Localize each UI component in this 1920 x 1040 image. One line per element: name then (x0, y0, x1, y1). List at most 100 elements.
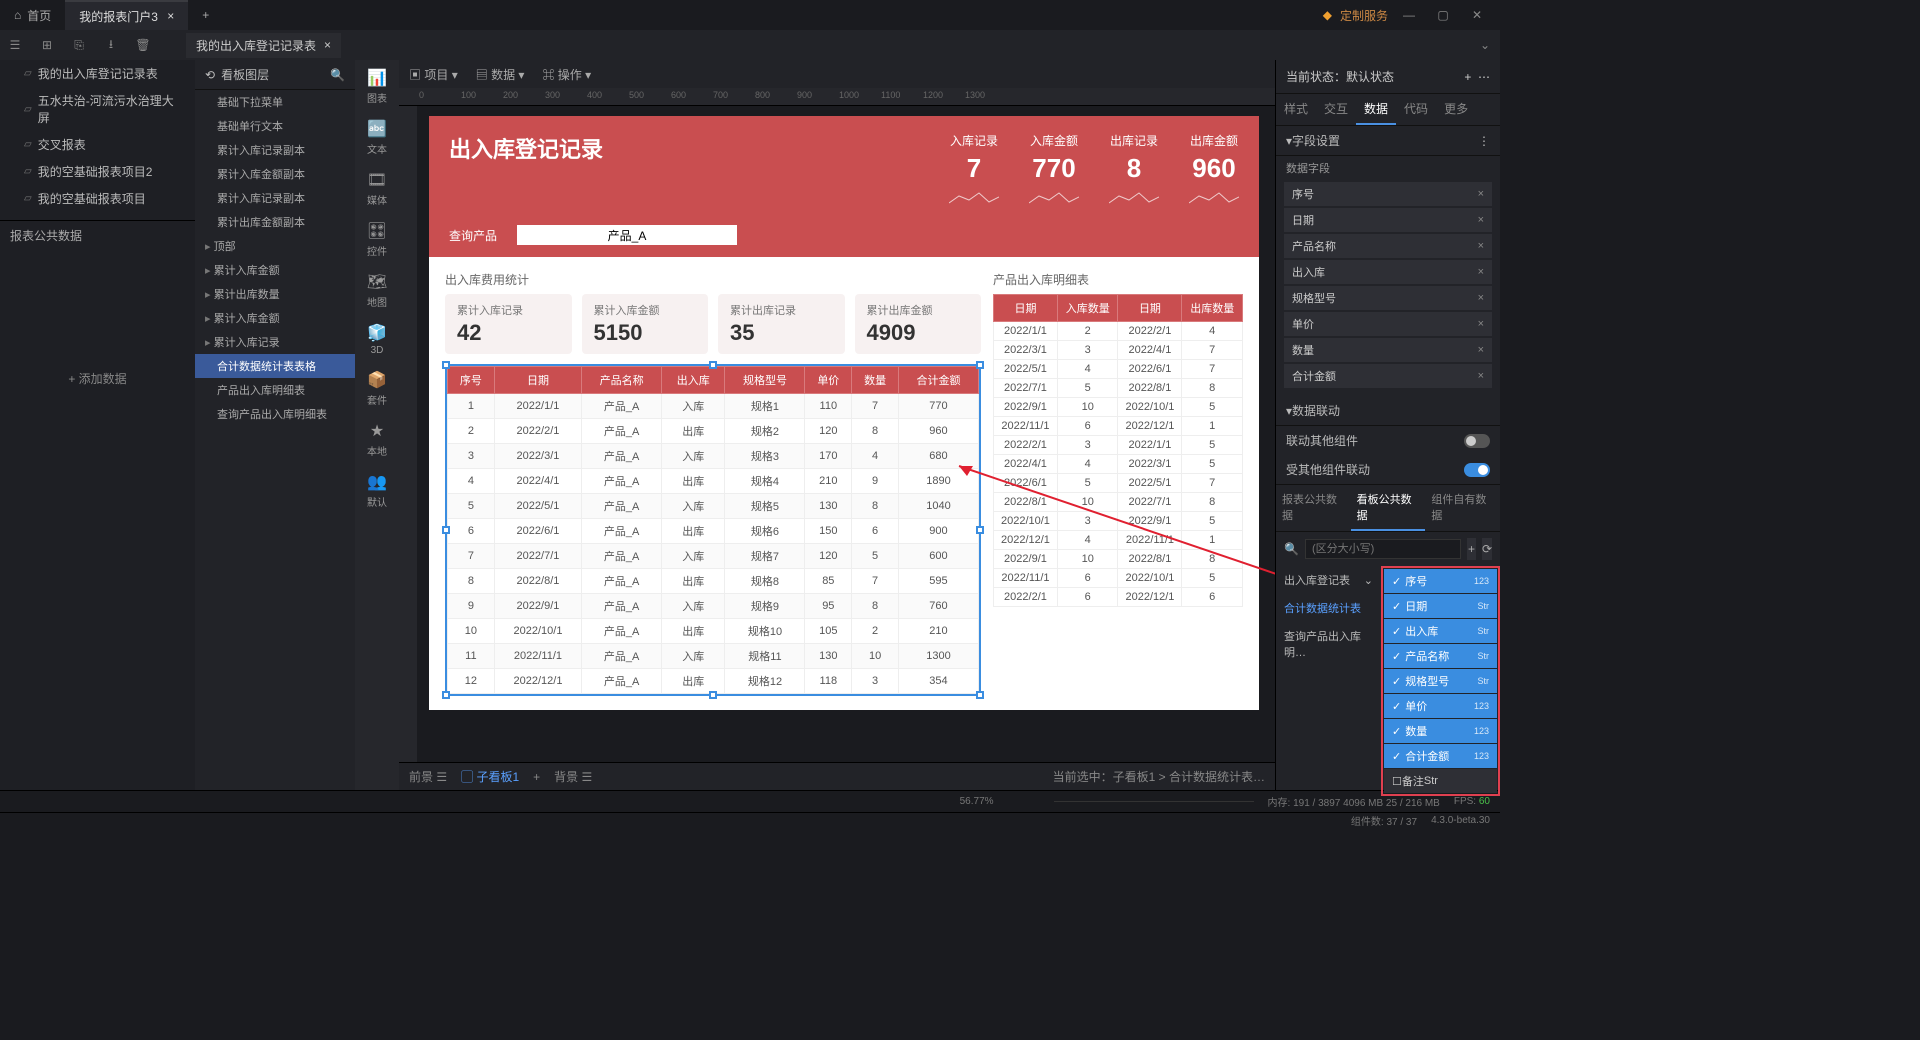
sidebar-item[interactable]: 我的空基础报表项目2 (0, 158, 195, 185)
close-icon[interactable]: × (324, 38, 331, 52)
query-input[interactable] (517, 225, 737, 245)
ds-field[interactable]: ✓合计金额123 (1384, 744, 1497, 768)
menu-data[interactable]: ▤ 数据 ▾ (476, 66, 525, 83)
layer-item[interactable]: 累计入库金额 (195, 258, 355, 282)
section-public-data: 报表公共数据 (0, 220, 195, 250)
newfolder-icon[interactable]: ⊞ (38, 38, 56, 52)
tool-文本[interactable]: 🔤文本 (367, 119, 387, 156)
layer-item[interactable]: 基础下拉菜单 (195, 90, 355, 114)
tab-add[interactable]: + (533, 770, 540, 784)
more-icon[interactable]: ⋯ (1478, 70, 1490, 84)
main-table-selected[interactable]: 序号日期产品名称出入库规格型号单价数量合计金额12022/1/1产品_A入库规格… (445, 364, 981, 696)
layer-item[interactable]: 累计入库记录副本 (195, 138, 355, 162)
layer-item[interactable]: 查询产品出入库明细表 (195, 402, 355, 426)
download-icon[interactable]: ⭳ (102, 35, 120, 56)
datasource-tab[interactable]: 组件自有数据 (1425, 485, 1500, 531)
datasource-item[interactable]: 合计数据统计表 (1276, 594, 1381, 622)
field-row[interactable]: 日期× (1284, 208, 1492, 232)
layer-item[interactable]: 合计数据统计表表格 (195, 354, 355, 378)
tool-媒体[interactable]: 🎞媒体 (367, 170, 387, 207)
menu-project[interactable]: ▣ 项目 ▾ (409, 66, 458, 83)
toggle-link-by-other[interactable] (1464, 463, 1490, 477)
dashboard: 出入库登记记录 入库记录7入库金额770出库记录8出库金额960 查询产品 出入… (429, 116, 1259, 710)
win-close[interactable]: ✕ (1464, 8, 1490, 22)
rp-tab[interactable]: 更多 (1436, 94, 1476, 125)
tool-图表[interactable]: 📊图表 (367, 68, 387, 105)
rp-tab[interactable]: 交互 (1316, 94, 1356, 125)
stat-card: 累计出库记录35 (718, 294, 845, 354)
tab-project[interactable]: 我的报表门户3 × (65, 0, 188, 30)
datasource-item[interactable]: 查询产品出入库明… (1276, 622, 1381, 666)
tool-本地[interactable]: ★本地 (367, 421, 387, 458)
datasource-tab[interactable]: 看板公共数据 (1351, 485, 1426, 531)
layer-item[interactable]: 累计入库记录 (195, 330, 355, 354)
toggle-link-other[interactable] (1464, 434, 1490, 448)
add-data-button[interactable]: + 添加数据 (0, 370, 195, 387)
field-row[interactable]: 单价× (1284, 312, 1492, 336)
layer-item[interactable]: 累计入库金额 (195, 306, 355, 330)
rp-tab[interactable]: 代码 (1396, 94, 1436, 125)
sidebar-item[interactable]: 我的空基础报表项目 (0, 185, 195, 212)
link-section[interactable]: 数据联动 (1292, 402, 1340, 419)
tab-front[interactable]: 前景 ☰ (409, 768, 447, 785)
field-row[interactable]: 序号× (1284, 182, 1492, 206)
ds-field[interactable]: ✓规格型号Str (1384, 669, 1497, 693)
datasource-tab[interactable]: 报表公共数据 (1276, 485, 1351, 531)
rp-tab[interactable]: 数据 (1356, 94, 1396, 125)
field-row[interactable]: 规格型号× (1284, 286, 1492, 310)
win-max[interactable]: ▢ (1430, 8, 1456, 22)
rp-tab[interactable]: 样式 (1276, 94, 1316, 125)
tool-控件[interactable]: 🎛控件 (367, 221, 387, 258)
file-tab[interactable]: 我的出入库登记记录表× (186, 33, 341, 58)
layer-item[interactable]: 累计出库金额副本 (195, 210, 355, 234)
ruler-vertical (399, 106, 417, 762)
layer-item[interactable]: 产品出入库明细表 (195, 378, 355, 402)
ds-field-remark[interactable]: ☐备注Str (1384, 769, 1497, 793)
add-state-icon[interactable]: + (1464, 70, 1471, 84)
refresh-ds-button[interactable]: ⟳ (1482, 538, 1492, 560)
tab-add[interactable]: + (188, 0, 223, 30)
ds-field[interactable]: ✓出入库Str (1384, 619, 1497, 643)
datasource-item[interactable]: 出入库登记表 ⌄ (1276, 566, 1381, 594)
delete-icon[interactable]: 🗑 (134, 38, 152, 52)
field-section[interactable]: 字段设置 (1292, 132, 1340, 149)
ds-field[interactable]: ✓单价123 (1384, 694, 1497, 718)
datasource-search[interactable] (1305, 539, 1461, 559)
more-icon[interactable]: ⋮ (1478, 134, 1490, 148)
custom-service[interactable]: 定制服务 (1340, 7, 1388, 24)
sidebar-item[interactable]: 交叉报表 (0, 131, 195, 158)
menu-icon[interactable]: ☰ (6, 38, 24, 52)
sidebar-item[interactable]: 五水共治-河流污水治理大屏 (0, 87, 195, 131)
ds-field[interactable]: ✓日期Str (1384, 594, 1497, 618)
tool-地图[interactable]: 🗺地图 (367, 272, 387, 309)
sidebar-item[interactable]: 我的出入库登记记录表 (0, 60, 195, 87)
ds-field[interactable]: ✓产品名称Str (1384, 644, 1497, 668)
tab-home[interactable]: ⌂ 首页 (0, 0, 65, 30)
layer-item[interactable]: 顶部 (195, 234, 355, 258)
layer-item[interactable]: 累计入库记录副本 (195, 186, 355, 210)
tool-套件[interactable]: 📦套件 (367, 370, 387, 407)
add-ds-button[interactable]: + (1467, 538, 1476, 560)
tab-back[interactable]: 背景 ☰ (554, 768, 592, 785)
search-icon[interactable]: 🔍 (330, 68, 345, 82)
zoom-level[interactable]: 56.77% (960, 796, 994, 807)
field-row[interactable]: 产品名称× (1284, 234, 1492, 258)
tab-subboard[interactable]: ▢ 子看板1 (461, 768, 519, 785)
tool-默认[interactable]: 👥默认 (367, 472, 387, 509)
tool-3D[interactable]: 🧊3D (367, 323, 387, 356)
canvas-menubar: ▣ 项目 ▾ ▤ 数据 ▾ ⌘ 操作 ▾ (399, 60, 1275, 88)
win-min[interactable]: — (1396, 8, 1422, 22)
layer-item[interactable]: 累计入库金额副本 (195, 162, 355, 186)
menu-action[interactable]: ⌘ 操作 ▾ (542, 66, 591, 83)
left-sidebar: 我的出入库登记记录表五水共治-河流污水治理大屏交叉报表我的空基础报表项目2我的空… (0, 60, 195, 790)
field-row[interactable]: 出入库× (1284, 260, 1492, 284)
layer-item[interactable]: 累计出库数量 (195, 282, 355, 306)
newfile-icon[interactable]: ⎘ (70, 38, 88, 53)
layer-item[interactable]: 基础单行文本 (195, 114, 355, 138)
ds-field[interactable]: ✓数量123 (1384, 719, 1497, 743)
chevron-down-icon[interactable]: ⌄ (1476, 38, 1494, 52)
ds-field[interactable]: ✓序号123 (1384, 569, 1497, 593)
field-row[interactable]: 数量× (1284, 338, 1492, 362)
version: 4.3.0-beta.30 (1431, 815, 1490, 826)
field-row[interactable]: 合计金额× (1284, 364, 1492, 388)
